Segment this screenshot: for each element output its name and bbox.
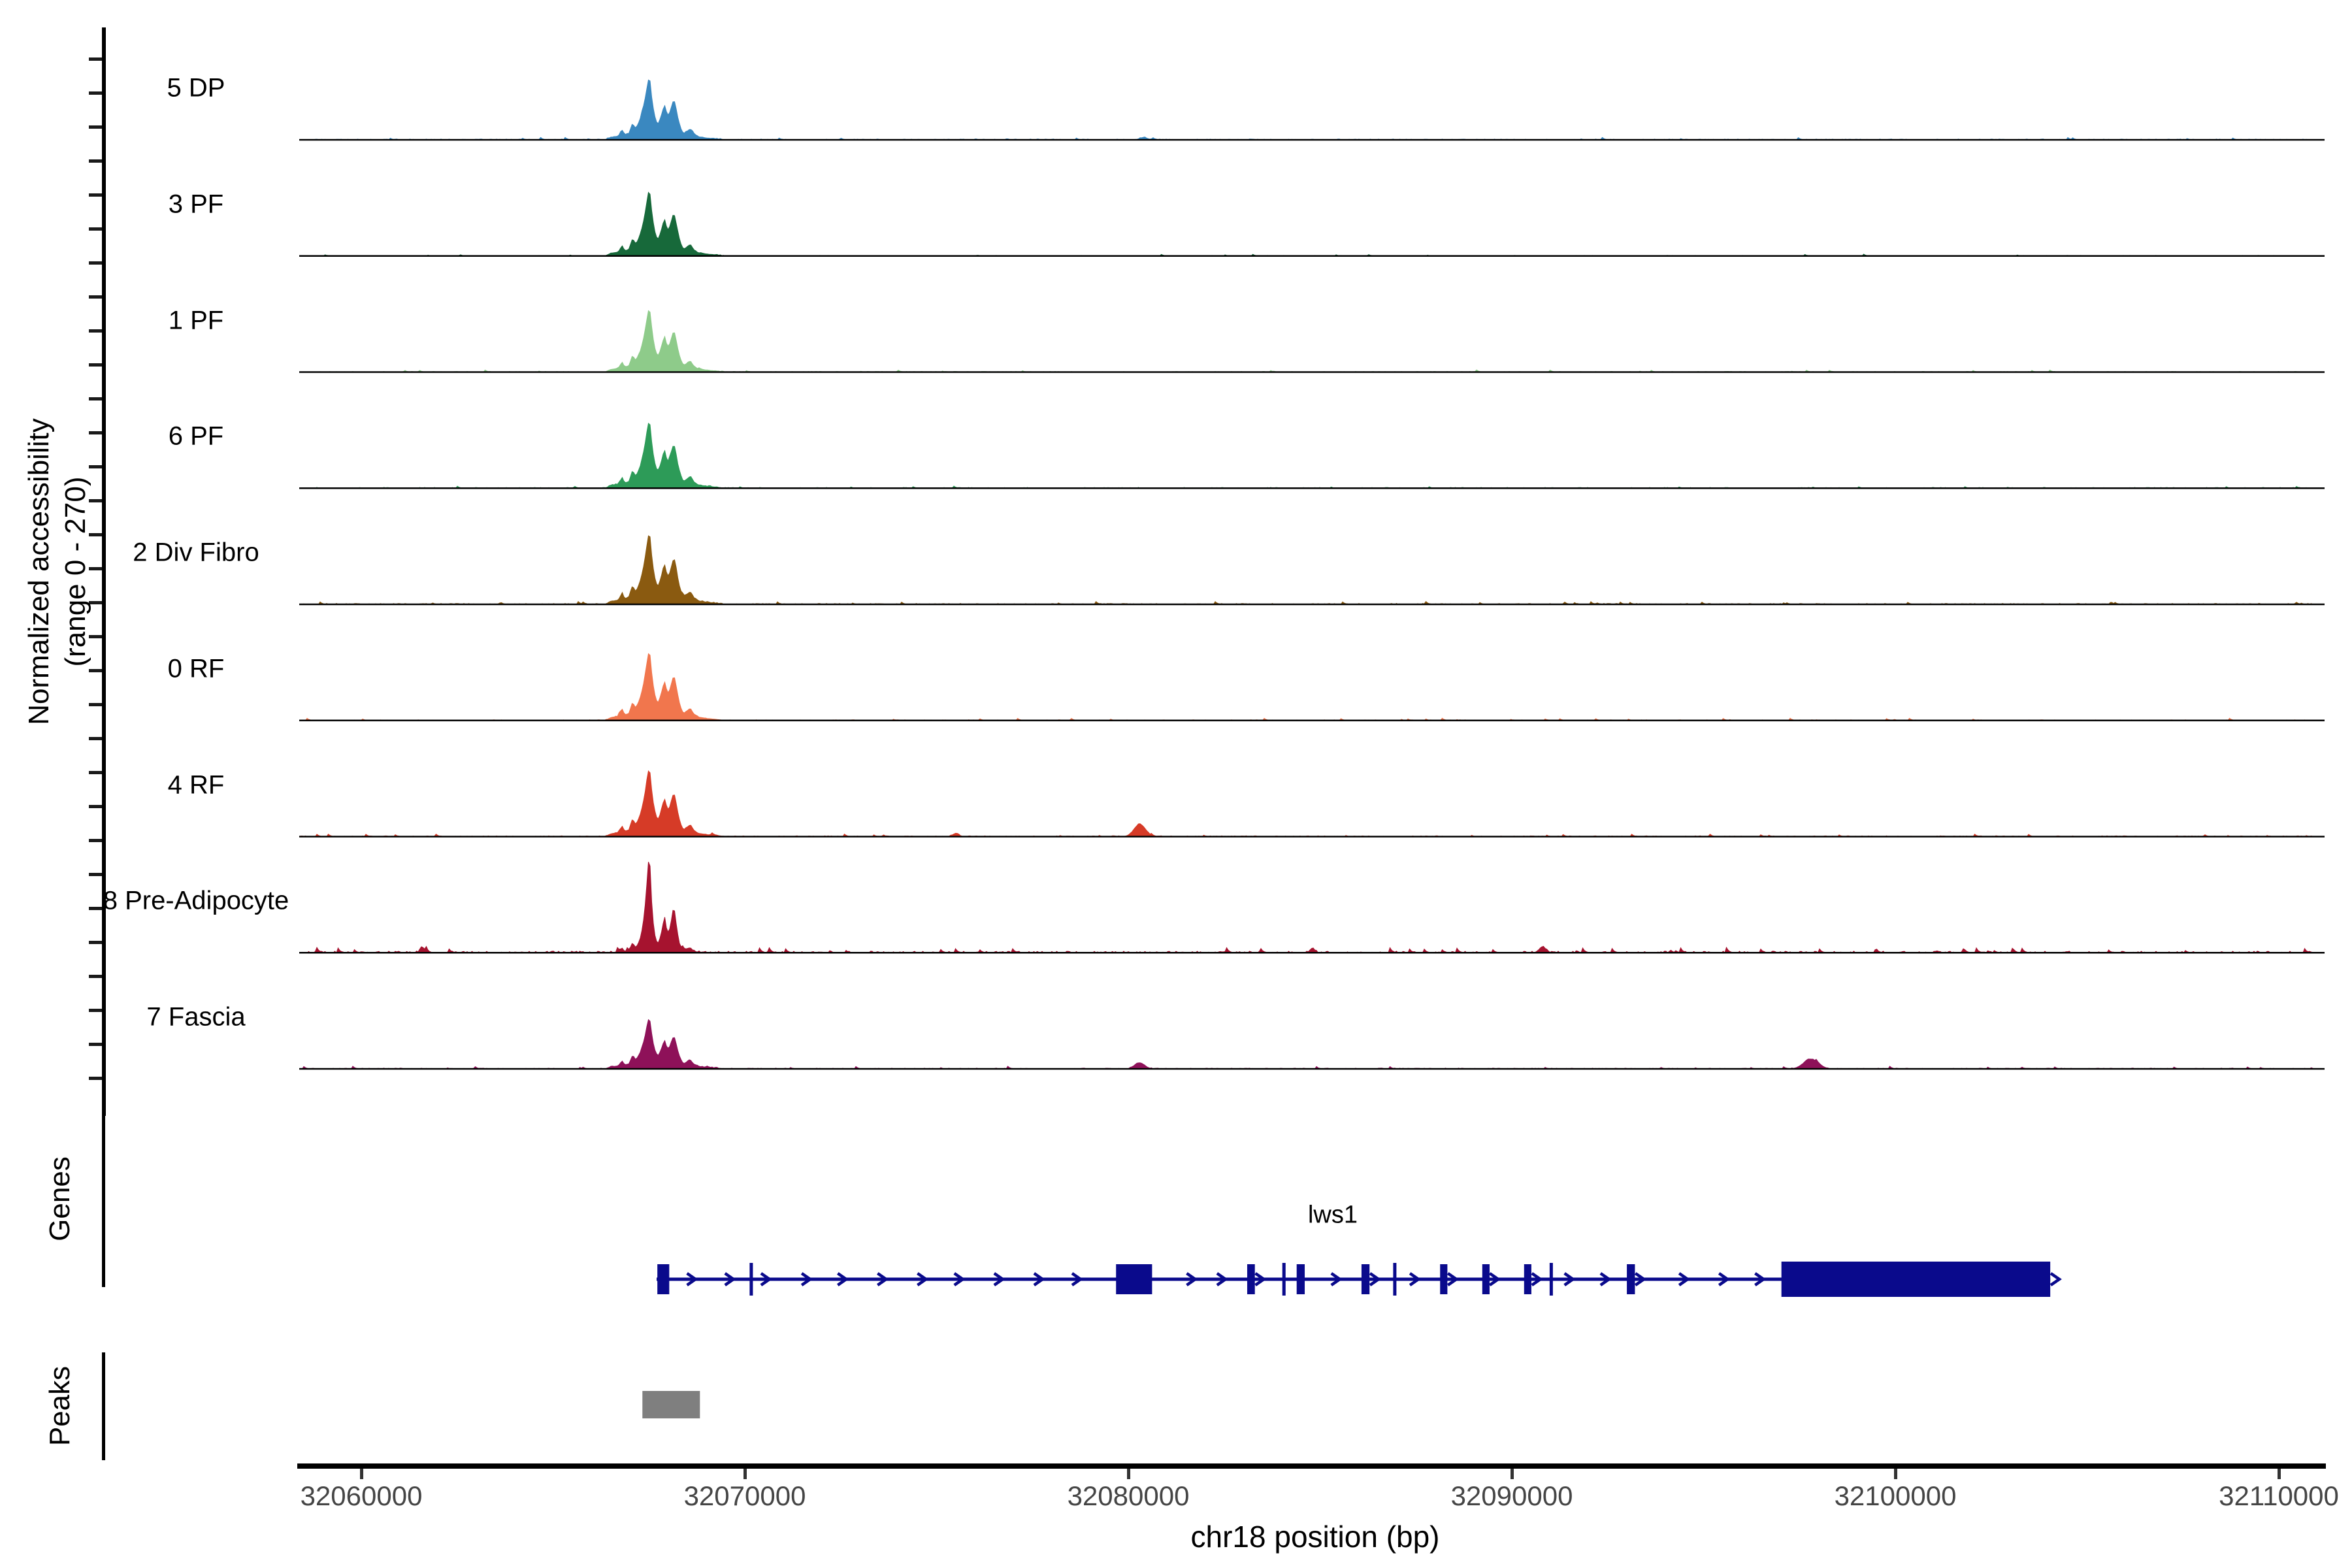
genes-track-label: Genes [44,1156,76,1241]
x-tick-label: 32070000 [683,1480,806,1511]
y-axis-tick [89,873,102,876]
coverage-plot-figure: Normalized accessibility (range 0 - 270)… [0,0,2352,1568]
x-axis-line [297,1463,2326,1469]
y-axis-tick [89,1043,102,1046]
gene-exon [1296,1264,1305,1294]
x-axis-tick [360,1469,363,1479]
strand-arrow-icon [2050,1272,2062,1286]
y-axis-tick [89,975,102,978]
y-axis-tick [89,295,102,299]
gene-utr-box [1781,1262,2051,1297]
gene-thin-exon [1393,1263,1397,1296]
x-axis-tick [1511,1469,1514,1479]
y-axis-title-line1: Normalized accessibility [23,418,55,725]
y-axis-tick [89,125,102,129]
gene-exon [657,1264,670,1294]
track-label-0-rf: 0 RF [167,654,225,683]
gene-exon [1361,1264,1370,1294]
y-axis-tick [89,1077,102,1080]
y-axis-tick [89,839,102,842]
y-axis-tick [89,737,102,740]
x-axis-title: chr18 position (bp) [1190,1520,1440,1554]
y-axis-tick [89,91,102,95]
coverage-area-4-rf [299,770,2313,838]
y-axis-tick [89,1009,102,1012]
y-axis-tick [89,397,102,400]
plot-canvas [89,27,2326,1479]
gene-exon [1116,1264,1152,1294]
gene-thin-exon [1549,1263,1553,1296]
x-tick-label: 32080000 [1067,1480,1190,1511]
coverage-area-3-pf [299,191,2313,257]
y-axis-tick [89,771,102,774]
coverage-area-8-pre-adipocyte [299,862,2313,954]
gene-exon [1247,1264,1255,1294]
y-axis-tick [89,159,102,163]
y-axis-tick [89,57,102,61]
x-axis-tick [1894,1469,1897,1479]
gene-exon [1524,1264,1531,1294]
track-label-2-div-fibro: 2 Div Fibro [133,538,259,567]
track-label-6-pf: 6 PF [168,421,224,451]
gene-thin-exon [749,1263,753,1296]
coverage-area-7-fascia [299,1019,2313,1070]
y-axis-tick [89,805,102,808]
y-axis-tick [89,227,102,231]
x-axis-tick [743,1469,747,1479]
y-axis-tick [89,329,102,333]
peaks-axis [102,1352,105,1460]
y-axis-title-line2: (range 0 - 270) [59,476,91,667]
coverage-area-1-pf [299,310,2313,373]
y-axis-tick [89,907,102,910]
x-axis-tick [1127,1469,1130,1479]
y-axis-tick [89,261,102,265]
accessibility-y-axis [102,27,106,1116]
track-label-5-dp: 5 DP [167,73,225,103]
gene-exon [1482,1264,1490,1294]
gene-exon [1627,1264,1635,1294]
coverage-area-6-pf [299,422,2313,489]
y-axis-title: Normalized accessibility (range 0 - 270) [21,418,94,725]
track-label-8-pre-adipocyte: 8 Pre-Adipocyte [103,886,289,915]
y-axis-tick [89,941,102,944]
track-label-3-pf: 3 PF [168,189,224,219]
x-tick-label: 32100000 [1834,1480,1957,1511]
x-tick-label: 32060000 [300,1480,423,1511]
coverage-area-2-div-fibro [299,535,2313,605]
coverage-area-5-dp [299,79,2313,140]
gene-name-label: lws1 [1307,1201,1358,1229]
peak-region-box [642,1391,700,1418]
track-label-1-pf: 1 PF [168,306,224,335]
track-label-7-fascia: 7 Fascia [146,1002,246,1032]
y-axis-tick [89,193,102,197]
genes-axis [102,1111,105,1287]
x-tick-label: 32110000 [2219,1480,2339,1511]
coverage-area-0-rf [299,653,2313,721]
x-tick-label: 32090000 [1450,1480,1573,1511]
peaks-track-label: Peaks [44,1365,76,1446]
y-axis-tick [89,363,102,367]
track-label-4-rf: 4 RF [167,770,225,799]
gene-thin-exon [1282,1263,1286,1296]
gene-exon [1440,1264,1448,1294]
x-axis-tick [2278,1469,2281,1479]
